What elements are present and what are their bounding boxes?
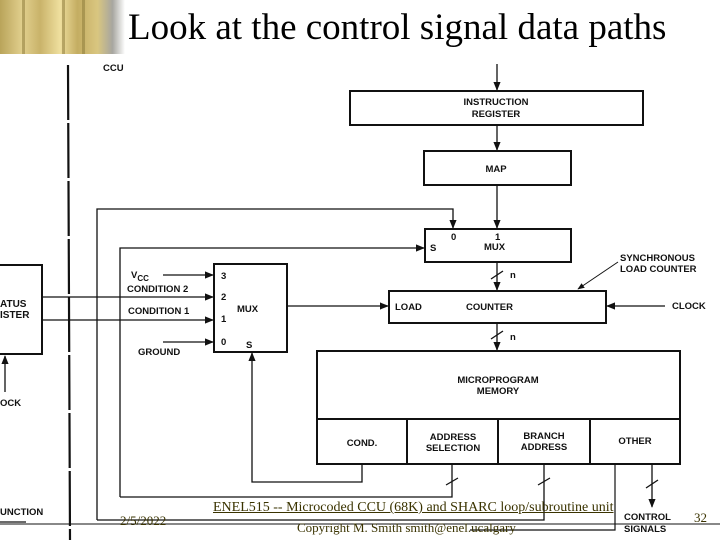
cond-mux-input-2: 2 xyxy=(221,292,226,303)
field-cond-label: COND. xyxy=(347,438,378,449)
status-register-label-line1: ATUS xyxy=(0,299,27,310)
control-signals-line2: SIGNALS xyxy=(624,524,666,535)
instruction-register-label-line2: REGISTER xyxy=(472,109,521,120)
sync-note-pointer xyxy=(577,261,619,290)
vcc-label: VCC xyxy=(131,270,149,283)
vcc-subscript: CC xyxy=(137,274,149,283)
counter-load-label: LOAD xyxy=(395,302,422,313)
field-address-selection-line1: ADDRESS xyxy=(430,432,476,443)
branch-address-feedback-path xyxy=(96,208,457,520)
cond-mux-label: MUX xyxy=(237,304,259,315)
microprogram-memory-label-line1: MICROPROGRAM xyxy=(457,375,538,386)
footer-course-title: ENEL515 -- Microcoded CCU (68K) and SHAR… xyxy=(213,500,614,515)
footer-date: 2/5/2022 xyxy=(120,513,167,528)
bus-width-n: n xyxy=(510,270,516,281)
top-mux-label: MUX xyxy=(484,242,506,253)
sync-counter-note-line1: SYNCHRONOUS xyxy=(620,253,695,264)
address-selection-path xyxy=(120,464,453,498)
counter-label: COUNTER xyxy=(466,302,513,313)
status-clock-label: OCK xyxy=(0,398,21,409)
microprogram-memory-label-line2: MEMORY xyxy=(477,386,520,397)
status-register-label-line2: ISTER xyxy=(0,310,30,321)
condition2-label: CONDITION 2 xyxy=(127,284,188,295)
top-mux-input-0: 0 xyxy=(451,232,456,243)
ccu-block-diagram: CCU INSTRUCTION REGISTER MAP 0 1 S MUX n… xyxy=(0,63,720,540)
cond-field-to-select-path xyxy=(248,352,363,483)
field-branch-address-line2: ADDRESS xyxy=(521,442,567,453)
footer-copyright: Copyright M. Smith smith@enel.ucalgary xyxy=(297,520,516,535)
field-branch-address-line1: BRANCH xyxy=(523,431,564,442)
ground-label: GROUND xyxy=(138,347,180,358)
control-signals-line1: CONTROL xyxy=(624,512,671,523)
map-label: MAP xyxy=(485,164,507,175)
cond-mux-input-3: 3 xyxy=(221,271,226,282)
cond-mux-input-1: 1 xyxy=(221,314,227,325)
condition1-label: CONDITION 1 xyxy=(128,306,190,317)
sync-counter-note-line2: LOAD COUNTER xyxy=(620,264,697,275)
field-other-label: OTHER xyxy=(618,436,651,447)
ccu-label: CCU xyxy=(103,63,124,74)
function-label: UNCTION xyxy=(0,507,43,518)
field-address-selection-line2: SELECTION xyxy=(426,443,481,454)
top-mux-select: S xyxy=(430,243,436,254)
cond-mux-select: S xyxy=(246,340,252,351)
cond-mux-input-0: 0 xyxy=(221,337,226,348)
footer-page-number: 32 xyxy=(694,510,707,525)
clock-label: CLOCK xyxy=(672,301,706,312)
bus-width-n: n xyxy=(510,332,516,343)
ccu-boundary-line xyxy=(66,64,72,540)
instruction-register-label-line1: INSTRUCTION xyxy=(464,97,529,108)
